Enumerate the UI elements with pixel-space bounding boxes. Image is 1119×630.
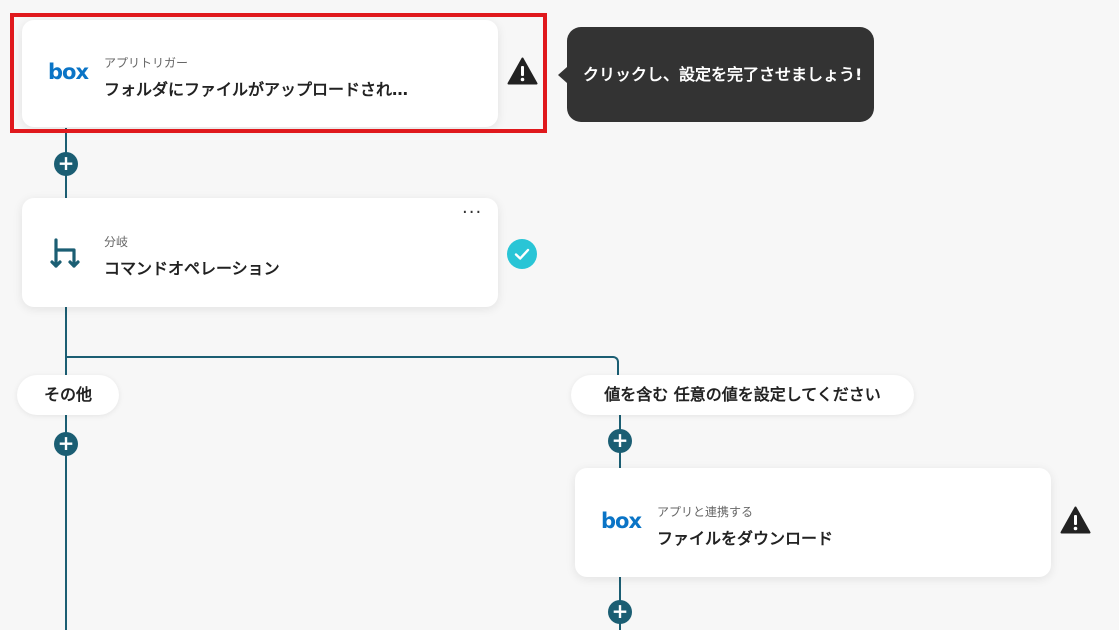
branch-icon xyxy=(50,238,80,268)
tooltip-text: クリックし、設定を完了させましょう! xyxy=(583,65,863,84)
add-step-button[interactable]: + xyxy=(54,152,78,176)
check-icon xyxy=(507,239,537,269)
branch-label-condition[interactable]: 値を含む 任意の値を設定してください xyxy=(571,375,914,415)
download-card[interactable]: box アプリと連携する ファイルをダウンロード xyxy=(575,468,1051,577)
box-logo: box xyxy=(601,509,642,533)
download-card-title: ファイルをダウンロード xyxy=(657,529,834,548)
add-step-button[interactable]: + xyxy=(608,429,632,453)
branch-card-subtitle: 分岐 xyxy=(104,235,129,249)
branch-label-other[interactable]: その他 xyxy=(17,375,119,415)
add-step-button[interactable]: + xyxy=(608,600,632,624)
warning-icon xyxy=(507,57,538,85)
setup-tooltip: クリックし、設定を完了させましょう! xyxy=(558,27,874,122)
branch-connector xyxy=(65,356,619,386)
branch-card[interactable]: 分岐 コマンドオペレーション xyxy=(22,198,498,307)
download-card-subtitle: アプリと連携する xyxy=(657,505,754,519)
highlight-frame xyxy=(10,13,547,133)
warning-icon xyxy=(1060,506,1091,534)
more-options-icon[interactable]: ··· xyxy=(462,204,482,222)
branch-card-title: コマンドオペレーション xyxy=(104,259,280,278)
add-step-button[interactable]: + xyxy=(54,432,78,456)
